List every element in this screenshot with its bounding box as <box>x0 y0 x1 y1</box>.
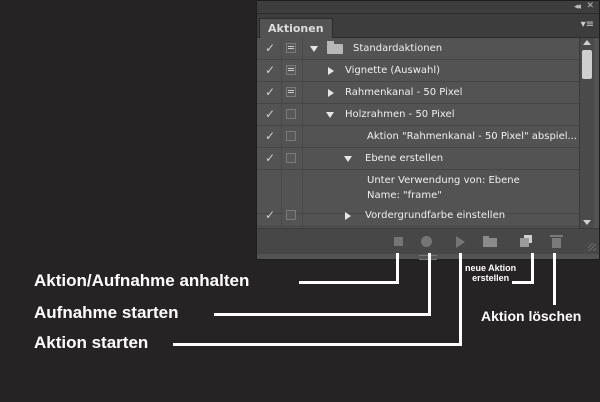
column-divider <box>302 38 303 59</box>
collapsed-triangle-icon[interactable] <box>345 212 351 220</box>
trash-icon[interactable] <box>550 235 564 249</box>
command-detail-label: Unter Verwendung von: Ebene <box>367 175 520 186</box>
dialog-toggle[interactable] <box>286 210 296 220</box>
leader-line <box>531 253 534 284</box>
vertical-scrollbar[interactable] <box>579 38 594 228</box>
command-label: Aktion "Rahmenkanal - 50 Pixel" abspiel.… <box>367 131 578 142</box>
column-divider <box>281 126 282 147</box>
dialog-toggle[interactable] <box>286 131 296 141</box>
toggle-item-checkbox[interactable]: ✓ <box>263 85 277 99</box>
annotation-new-action-line1: neue Aktion <box>465 263 517 273</box>
expand-triangle-icon[interactable] <box>310 46 318 52</box>
action-row[interactable]: ✓ Ebene erstellen <box>257 148 579 170</box>
collapse-icon[interactable]: ◂◂ <box>574 2 581 12</box>
leader-line <box>299 281 398 284</box>
scroll-up-arrow-icon[interactable] <box>583 40 591 45</box>
leader-line <box>396 253 399 284</box>
new-set-icon[interactable] <box>483 235 497 249</box>
action-label: Vignette (Auswahl) <box>345 65 441 76</box>
leader-line <box>214 313 430 316</box>
toggle-item-checkbox[interactable]: ✓ <box>263 151 277 165</box>
action-row[interactable]: ✓ Rahmenkanal - 50 Pixel <box>257 82 579 104</box>
column-divider <box>302 205 303 226</box>
leader-line <box>173 343 462 346</box>
column-divider <box>302 148 303 169</box>
action-label: Holzrahmen - 50 Pixel <box>345 109 455 120</box>
command-detail-label: Name: "frame" <box>367 190 442 201</box>
dialog-toggle[interactable] <box>286 153 296 163</box>
panel-bottom-toolbar <box>257 228 599 254</box>
scroll-down-arrow-icon[interactable] <box>583 220 591 225</box>
scroll-thumb[interactable] <box>582 50 592 79</box>
action-set-label: Standardaktionen <box>353 43 443 54</box>
column-divider <box>281 38 282 59</box>
column-divider <box>281 205 282 226</box>
column-divider <box>302 82 303 103</box>
annotation-play: Aktion starten <box>34 333 149 352</box>
expand-triangle-icon[interactable] <box>344 156 352 162</box>
column-divider <box>302 60 303 81</box>
leader-line <box>553 253 556 305</box>
dialog-toggle[interactable] <box>286 43 296 53</box>
actions-panel: ◂◂ ✕ Aktionen ▾≡ ✓ Standardaktionen ✓ Vi… <box>256 0 600 260</box>
leader-line <box>459 253 462 346</box>
annotation-record: Aufnahme starten <box>34 303 179 322</box>
collapsed-triangle-icon[interactable] <box>328 67 334 75</box>
dialog-toggle[interactable] <box>286 87 296 97</box>
toggle-item-checkbox[interactable]: ✓ <box>263 63 277 77</box>
annotation-delete: Aktion löschen <box>481 308 582 324</box>
annotation-stop: Aktion/Aufnahme anhalten <box>34 271 250 290</box>
play-icon[interactable] <box>453 235 467 249</box>
panel-titlebar: ◂◂ ✕ <box>257 1 599 14</box>
actions-list: ✓ Standardaktionen ✓ Vignette (Auswahl) … <box>257 38 579 228</box>
column-divider <box>281 148 282 169</box>
annotation-new-action: neue Aktion erstellen <box>465 263 516 283</box>
collapsed-triangle-icon[interactable] <box>328 89 334 97</box>
panel-menu-icon[interactable]: ▾≡ <box>581 20 594 30</box>
column-divider <box>302 126 303 147</box>
command-label: Vordergrundfarbe einstellen <box>365 210 506 221</box>
panel-tabbar: Aktionen ▾≡ <box>257 14 599 38</box>
toggle-item-checkbox[interactable]: ✓ <box>263 107 277 121</box>
toggle-item-checkbox[interactable]: ✓ <box>263 208 277 222</box>
new-action-icon[interactable] <box>519 235 533 249</box>
record-icon[interactable] <box>420 235 434 249</box>
column-divider <box>281 60 282 81</box>
action-row[interactable]: ✓ Vignette (Auswahl) <box>257 60 579 82</box>
close-icon[interactable]: ✕ <box>586 1 594 12</box>
action-label: Rahmenkanal - 50 Pixel <box>345 87 463 98</box>
leader-line <box>428 253 431 316</box>
dialog-toggle[interactable] <box>286 65 296 75</box>
stop-icon[interactable] <box>392 235 406 249</box>
column-divider <box>281 82 282 103</box>
command-label: Ebene erstellen <box>365 153 444 164</box>
resize-corner-icon[interactable] <box>588 243 596 251</box>
folder-icon <box>327 41 343 54</box>
column-divider <box>302 104 303 125</box>
expand-triangle-icon[interactable] <box>326 112 334 118</box>
annotation-new-action-line2: erstellen <box>472 273 510 283</box>
action-row[interactable]: ✓ Aktion "Rahmenkanal - 50 Pixel" abspie… <box>257 126 579 148</box>
dialog-toggle[interactable] <box>286 109 296 119</box>
column-divider <box>281 104 282 125</box>
action-row[interactable]: ✓ Standardaktionen <box>257 38 579 60</box>
toggle-item-checkbox[interactable]: ✓ <box>263 129 277 143</box>
action-row[interactable]: ✓ Holzrahmen - 50 Pixel <box>257 104 579 126</box>
tab-aktionen[interactable]: Aktionen <box>259 18 333 38</box>
action-row[interactable]: ✓ Vordergrundfarbe einstellen <box>257 205 579 227</box>
toggle-item-checkbox[interactable]: ✓ <box>263 41 277 55</box>
